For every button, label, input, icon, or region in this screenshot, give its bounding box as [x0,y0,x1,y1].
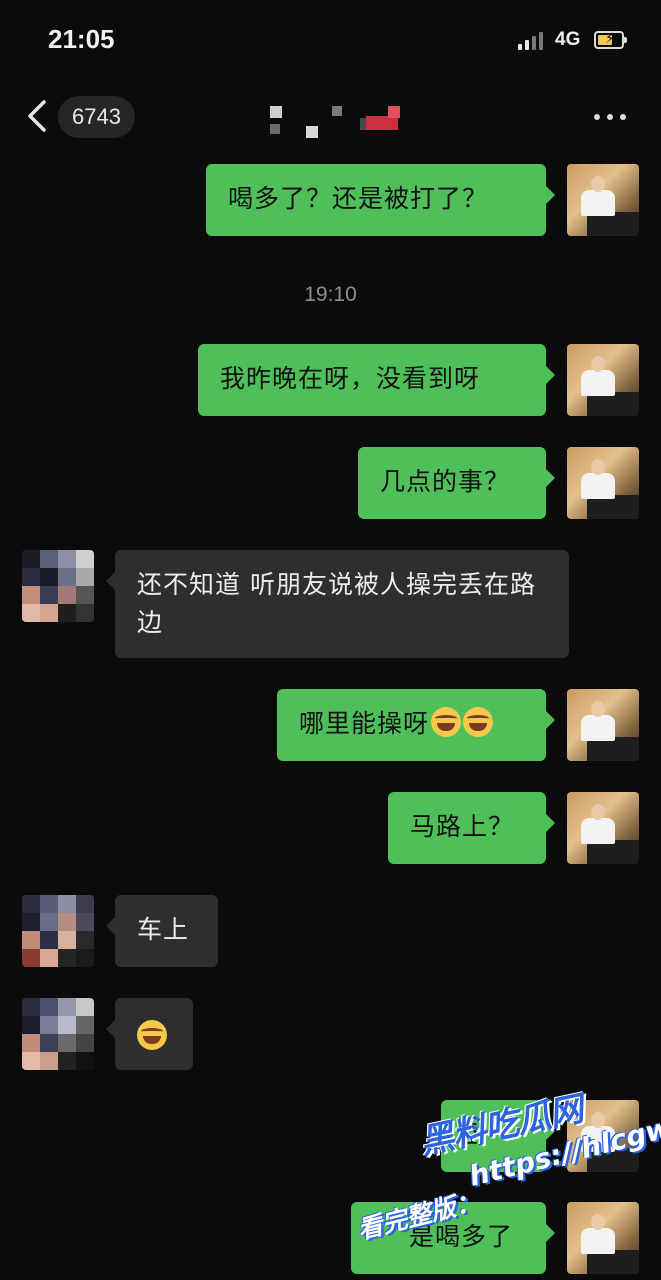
message-bubble-sent[interactable]: 喝多了？还是被打了？ [206,164,555,236]
chevron-left-icon[interactable] [24,98,54,134]
message-bubble-received[interactable]: 还不知道 听朋友说被人操完丢在路边 [106,550,569,658]
battery-tip [624,37,627,43]
chat-header: 6743 [0,82,661,152]
my-avatar[interactable] [567,344,639,416]
message-bubble-sent[interactable]: 几点的事？ [358,447,555,519]
laugh-cry-emoji [463,707,494,737]
message-bubble-received[interactable]: 车上 [106,895,218,967]
message-text: 喝多了？还是被打了？ [228,184,489,213]
more-dots-icon[interactable] [594,112,630,122]
message-text: 我昨晚在呀，没看到呀 [220,364,481,393]
message-timestamp: 19:10 [304,283,357,306]
message-bubble-sent[interactable]: 哪里能操呀 [277,689,555,761]
contact-avatar[interactable] [22,998,94,1070]
message-text: 车上 [137,915,190,944]
my-avatar[interactable] [567,1202,639,1274]
my-avatar[interactable] [567,164,639,236]
message-bubble-sent[interactable]: 马路上？ [388,792,555,864]
contact-name-pixelated [262,102,412,138]
battery-icon: ⚡ [594,31,624,49]
message-text: 马路上？ [410,812,515,841]
message-bubble-received[interactable] [106,998,193,1070]
unread-count-badge[interactable]: 6743 [58,96,135,138]
network-type: 4G [555,29,581,50]
laugh-cry-emoji [431,707,462,737]
status-bar: 21:05 4G ⚡ [0,0,661,80]
contact-avatar[interactable] [22,550,94,622]
status-time: 21:05 [48,24,115,54]
message-text: 哪里能操呀 [299,709,430,738]
my-avatar[interactable] [567,447,639,519]
my-avatar[interactable] [567,689,639,761]
message-bubble-sent[interactable]: 我昨晚在呀，没看到呀 [198,344,555,416]
laugh-cry-emoji [137,1020,167,1050]
message-text: 几点的事？ [380,467,511,496]
contact-avatar[interactable] [22,895,94,967]
message-text: 还不知道 听朋友说被人操完丢在路边 [137,570,536,637]
my-avatar[interactable] [567,792,639,864]
signal-icon [518,30,548,50]
